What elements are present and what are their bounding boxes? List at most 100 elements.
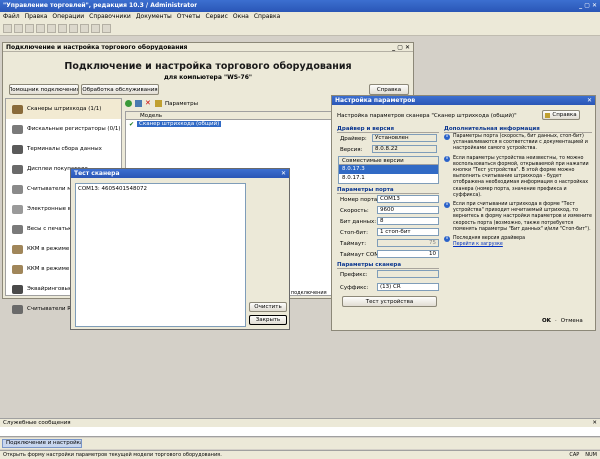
menu-documents[interactable]: Документы xyxy=(136,13,172,21)
checkmark-icon: ✔ xyxy=(129,120,135,128)
main-window-close-icon[interactable]: _ ▢ ✕ xyxy=(392,44,410,51)
sidebar-item-terminals[interactable]: Терминалы сбора данных xyxy=(6,139,121,159)
menu-help[interactable]: Справка xyxy=(254,13,280,21)
num-indicator: NUM xyxy=(585,452,597,458)
menu-windows[interactable]: Окна xyxy=(233,13,249,21)
menu-reports[interactable]: Отчеты xyxy=(177,13,201,21)
model-cell: Сканер штрихкода (общий) xyxy=(137,121,222,127)
kkm-icon xyxy=(12,244,23,254)
acquiring-icon xyxy=(12,284,23,294)
list-toolbar: ✕ Параметры xyxy=(125,100,198,107)
compat-item-selected[interactable]: 8.0.17.3 xyxy=(339,165,438,174)
timeout-com-field[interactable]: 10 xyxy=(377,250,439,258)
prefix-select[interactable] xyxy=(377,270,439,278)
port-number-select[interactable]: COM13 xyxy=(377,195,439,203)
new-doc-icon[interactable] xyxy=(3,24,12,33)
driver-field: Установлен xyxy=(372,134,437,142)
save-icon[interactable] xyxy=(25,24,34,33)
info-group-title: Дополнительная информация xyxy=(444,126,592,133)
connect-wizard-button[interactable]: Помощник подключения xyxy=(9,84,79,95)
scanner-group-title: Параметры сканера xyxy=(337,262,439,269)
sidebar-item-fiscal[interactable]: Фискальные регистраторы (0/1) xyxy=(6,119,121,139)
rfid-icon xyxy=(12,304,23,314)
fiscal-register-icon xyxy=(12,124,23,134)
column-header-model: Модель xyxy=(126,112,332,120)
info-item: i Если параметры устройства неизвестны, т… xyxy=(444,155,592,199)
settings-window: Настройка параметров ✕ Настройка парамет… xyxy=(331,95,596,331)
version-field: 8.0.8.22 xyxy=(372,145,437,153)
sidebar-item-scanners[interactable]: Сканеры штрихкода (1/1) xyxy=(6,99,121,119)
parameters-button[interactable]: Параметры xyxy=(165,101,198,107)
calculator-icon[interactable] xyxy=(80,24,89,33)
menu-file[interactable]: Файл xyxy=(3,13,20,21)
stop-bit-select[interactable]: 1 стоп-бит xyxy=(377,228,439,236)
copy-icon[interactable] xyxy=(47,24,56,33)
menu-service[interactable]: Сервис xyxy=(205,13,227,21)
card-reader-icon xyxy=(12,184,23,194)
test-dialog: Тест сканера ✕ COM13: 4605401548072 Очис… xyxy=(70,168,290,330)
compat-item[interactable]: 8.0.17.1 xyxy=(339,174,438,183)
close-button[interactable]: Закрыть xyxy=(249,315,287,325)
page-subtitle: для компьютера "WS-76" xyxy=(163,74,253,81)
help-icon[interactable] xyxy=(102,24,111,33)
window-controls[interactable]: _ ▢ ✕ xyxy=(579,1,597,11)
copy-row-icon[interactable] xyxy=(135,100,142,107)
info-icon: i xyxy=(444,134,450,140)
display-icon xyxy=(12,164,23,174)
settings-close-icon[interactable]: ✕ xyxy=(587,97,592,104)
menu-catalogs[interactable]: Справочники xyxy=(89,13,131,21)
menu-bar: Файл Правка Операции Справочники Докумен… xyxy=(0,12,600,22)
info-panel: i Параметры порта (скорость, бит данных, … xyxy=(444,134,592,248)
page-title: Подключение и настройка торгового оборуд… xyxy=(64,61,352,72)
suffix-select[interactable]: (13) CR xyxy=(377,283,439,291)
app-title: "Управление торговлей", редакция 10.3 / … xyxy=(3,2,198,9)
calendar-icon[interactable] xyxy=(91,24,100,33)
suffix-label: Суффикс: xyxy=(340,285,369,291)
service-messages-title: Служебные сообщения xyxy=(3,420,71,426)
port-group-title: Параметры порта xyxy=(337,187,439,194)
test-dialog-close-icon[interactable]: ✕ xyxy=(281,170,286,177)
terminal-icon xyxy=(12,144,23,154)
test-device-button[interactable]: Тест устройства xyxy=(342,296,437,307)
cut-icon[interactable] xyxy=(36,24,45,33)
compat-versions-list[interactable]: Совместимые версии 8.0.17.3 8.0.17.1 xyxy=(338,156,439,184)
help-button[interactable]: Справка xyxy=(369,84,409,95)
delete-icon[interactable]: ✕ xyxy=(145,100,152,107)
main-window-title: Подключение и настройка торгового оборуд… xyxy=(6,44,188,50)
refresh-icon[interactable] xyxy=(155,100,162,107)
status-text: Открыть форму настройки параметров текущ… xyxy=(3,452,222,458)
print-scale-icon xyxy=(12,224,23,234)
ok-button[interactable]: OK xyxy=(542,318,551,324)
kkm-icon xyxy=(12,264,23,274)
taskbar-window-item[interactable]: Подключение и настройка... xyxy=(2,439,82,448)
open-icon[interactable] xyxy=(14,24,23,33)
data-bits-select[interactable]: 8 xyxy=(377,217,439,225)
speed-select[interactable]: 9600 xyxy=(377,206,439,214)
add-icon[interactable] xyxy=(125,100,132,107)
service-processing-button[interactable]: Обработка обслуживания xyxy=(81,84,159,95)
settings-title: Настройка параметров xyxy=(335,97,416,104)
clear-button[interactable]: Очистить xyxy=(249,302,287,312)
table-row[interactable]: ✔ Сканер штрихкода (общий) xyxy=(126,120,332,128)
info-icon: i xyxy=(444,236,450,243)
cap-indicator: CAP xyxy=(569,452,580,458)
settings-help-button[interactable]: Справка xyxy=(542,110,580,120)
paste-icon[interactable] xyxy=(58,24,67,33)
info-item: i Если при считывании штрихкода в форме "… xyxy=(444,202,592,233)
app-title-bar: "Управление торговлей", редакция 10.3 / … xyxy=(0,0,600,12)
scan-output-text: COM13: 4605401548072 xyxy=(78,186,148,192)
timeout-field[interactable]: 75 xyxy=(377,239,439,247)
service-close-icon[interactable]: ✕ xyxy=(592,419,597,427)
stop-bit-label: Стоп-бит: xyxy=(340,230,369,236)
dialog-buttons: OK · Отмена xyxy=(542,318,583,324)
cancel-button[interactable]: Отмена xyxy=(561,318,583,324)
timeout-label: Таймаут: xyxy=(340,241,367,247)
search-icon[interactable] xyxy=(69,24,78,33)
download-link[interactable]: Перейти к загрузке xyxy=(444,242,592,248)
service-messages-bar: Служебные сообщения ✕ xyxy=(0,418,600,427)
data-bits-label: Бит данных: xyxy=(340,219,377,225)
menu-edit[interactable]: Правка xyxy=(25,13,48,21)
scan-output[interactable]: COM13: 4605401548072 xyxy=(75,183,246,327)
menu-operations[interactable]: Операции xyxy=(52,13,84,21)
timeout-com-label: Таймаут COM: xyxy=(340,252,381,258)
